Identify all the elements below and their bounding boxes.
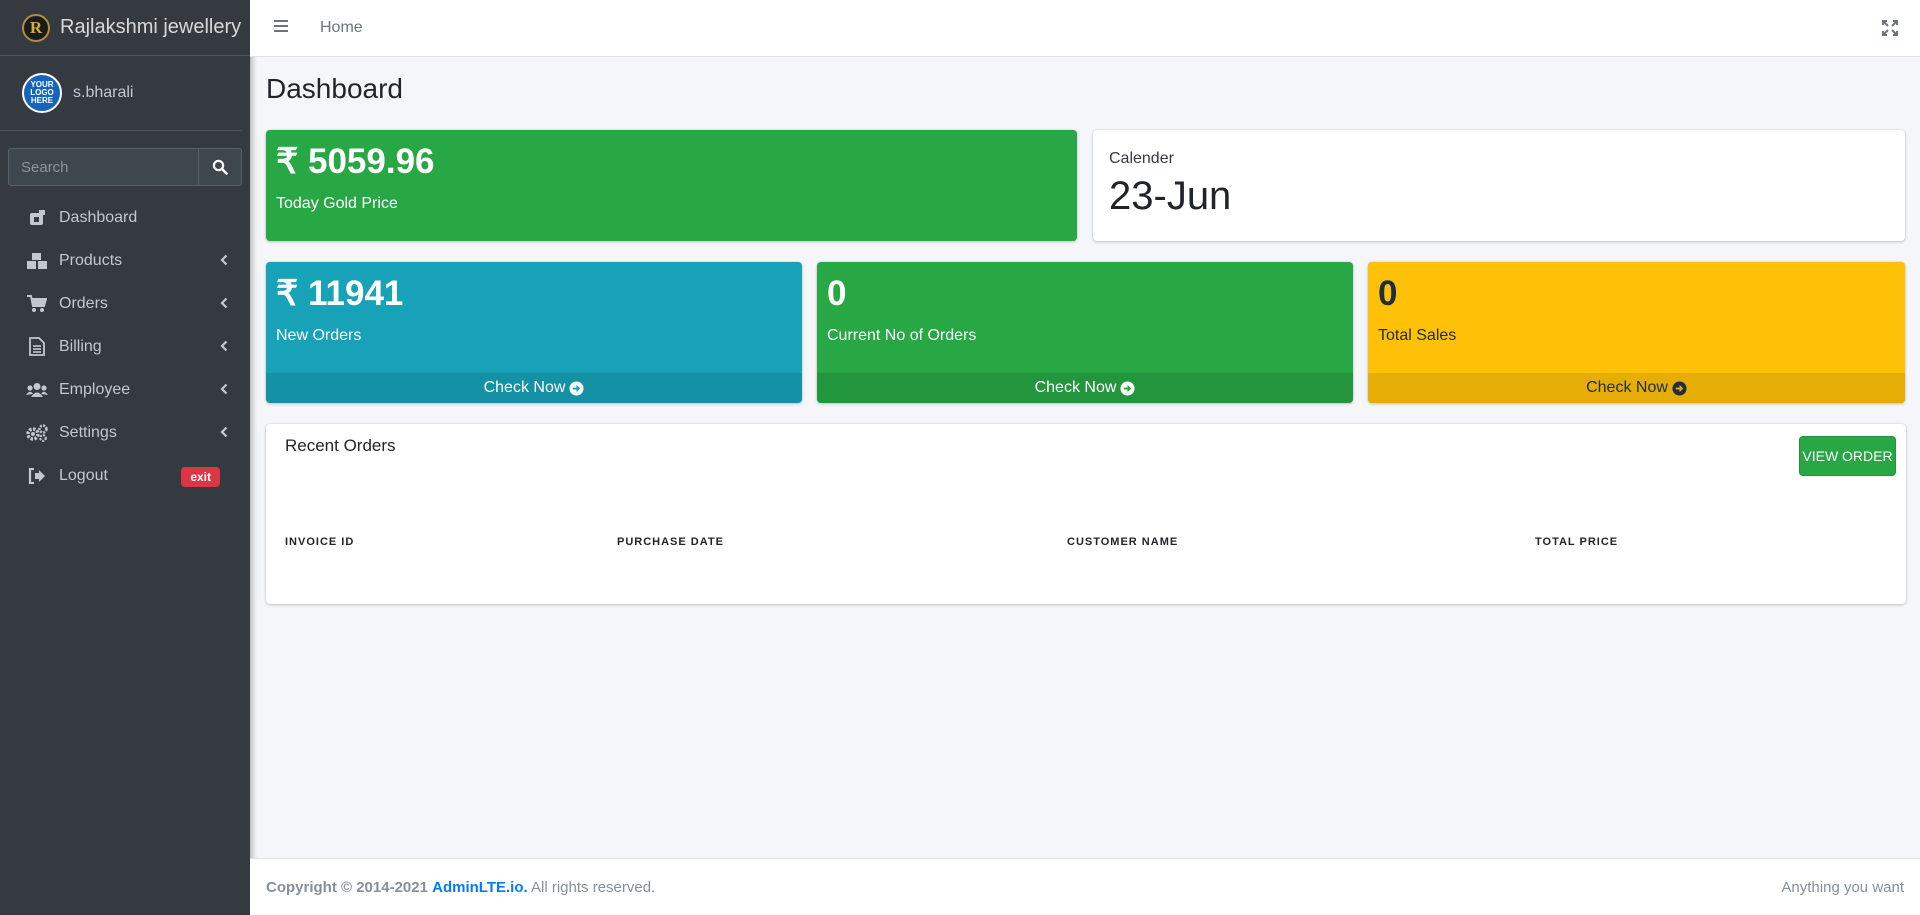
total-sales-value: 0 [1378, 274, 1398, 313]
sidebar-item-orders[interactable]: Orders [8, 282, 242, 325]
calendar-box: Calender 23-Jun [1093, 130, 1905, 241]
home-link[interactable]: Home [320, 19, 363, 37]
top-navbar: Home [250, 0, 1920, 57]
user-panel: YOUR LOGO HERE s.bharali [0, 56, 242, 131]
gears-icon [26, 422, 48, 444]
view-order-button[interactable]: VIEW ORDER [1799, 436, 1896, 476]
chevron-left-icon [220, 426, 228, 438]
current-orders-box: 0 Current No of Orders Check Now [817, 262, 1353, 403]
sidebar: R Rajlakshmi jewellery YOUR LOGO HERE s.… [0, 0, 250, 915]
copyright-suffix: All rights reserved. [531, 879, 656, 896]
total-sales-check-now[interactable]: Check Now [1368, 373, 1905, 403]
user-name[interactable]: s.bharali [73, 84, 133, 102]
copyright: Copyright © 2014-2021 AdminLTE.io. All r… [266, 879, 655, 896]
new-orders-check-now[interactable]: Check Now [266, 373, 802, 403]
search-icon [212, 159, 228, 175]
new-orders-value: ₹ 11941 [276, 274, 404, 313]
copyright-prefix: Copyright © 2014-2021 [266, 879, 428, 896]
adminlte-link[interactable]: AdminLTE.io. [432, 879, 528, 896]
page-title: Dashboard [266, 73, 403, 104]
hamburger-menu-icon[interactable] [274, 19, 288, 33]
current-orders-value: 0 [827, 274, 847, 313]
new-orders-box: ₹ 11941 New Orders Check Now [266, 262, 802, 403]
column-header-invoice-id[interactable]: INVOICE ID [285, 536, 354, 548]
current-orders-check-now[interactable]: Check Now [817, 373, 1353, 403]
search-button[interactable] [198, 148, 242, 186]
calendar-value: 23-Jun [1109, 174, 1232, 218]
arrow-circle-right-icon [1120, 380, 1135, 396]
sidebar-item-label: Logout [59, 466, 108, 484]
brand-logo: R [22, 13, 50, 42]
brand-name: Rajlakshmi jewellery [60, 16, 242, 38]
sidebar-item-label: Settings [59, 423, 117, 441]
chevron-left-icon [220, 254, 228, 266]
chevron-left-icon [220, 297, 228, 309]
search-input[interactable] [8, 148, 198, 186]
new-orders-label: New Orders [276, 327, 362, 344]
fullscreen-icon[interactable] [1882, 20, 1898, 36]
arrow-circle-right-icon [1672, 380, 1687, 396]
dashboard-icon [26, 207, 48, 229]
sidebar-item-label: Products [59, 251, 123, 269]
users-icon [26, 379, 48, 401]
sidebar-search [8, 148, 242, 186]
check-now-label: Check Now [1586, 379, 1668, 396]
sidebar-item-employee[interactable]: Employee [8, 368, 242, 411]
total-sales-box: 0 Total Sales Check Now [1368, 262, 1905, 403]
recent-orders-card: Recent Orders VIEW ORDER INVOICE ID PURC… [266, 424, 1906, 604]
column-header-total-price[interactable]: TOTAL PRICE [1535, 536, 1618, 548]
gold-price-value: ₹ 5059.96 [276, 142, 435, 181]
sidebar-item-products[interactable]: Products [8, 239, 242, 282]
exit-badge: exit [181, 467, 220, 487]
check-now-label: Check Now [483, 379, 566, 396]
chevron-left-icon [220, 340, 228, 352]
sidebar-item-billing[interactable]: Billing [8, 325, 242, 368]
brand-link[interactable]: R Rajlakshmi jewellery [0, 0, 250, 56]
recent-orders-title: Recent Orders [285, 436, 396, 455]
total-sales-label: Total Sales [1378, 327, 1457, 344]
sidebar-item-label: Employee [59, 380, 131, 398]
footer-tagline: Anything you want [1781, 879, 1904, 896]
current-orders-label: Current No of Orders [827, 327, 977, 344]
cart-icon [26, 293, 48, 315]
avatar[interactable]: YOUR LOGO HERE [22, 73, 62, 113]
page-footer: Copyright © 2014-2021 AdminLTE.io. All r… [250, 858, 1920, 915]
sidebar-item-label: Dashboard [59, 208, 138, 226]
file-icon [26, 336, 48, 358]
column-header-purchase-date[interactable]: PURCHASE DATE [617, 536, 724, 548]
check-now-label: Check Now [1034, 379, 1117, 396]
sidebar-item-logout[interactable]: Logout exit [8, 454, 242, 497]
sidebar-item-settings[interactable]: Settings [8, 411, 242, 454]
boxes-icon [26, 250, 48, 272]
calendar-label: Calender [1109, 150, 1174, 167]
gold-price-label: Today Gold Price [276, 195, 398, 212]
column-header-customer-name[interactable]: CUSTOMER NAME [1067, 536, 1178, 548]
gold-price-box: ₹ 5059.96 Today Gold Price [266, 130, 1077, 241]
sidebar-item-dashboard[interactable]: Dashboard [8, 196, 242, 239]
sign-out-icon [26, 465, 48, 487]
sidebar-item-label: Orders [59, 294, 108, 312]
sidebar-item-label: Billing [59, 337, 102, 355]
sidebar-nav: Dashboard Products Orders Billing Employ… [8, 196, 242, 497]
arrow-circle-right-icon [569, 380, 584, 396]
chevron-left-icon [220, 383, 228, 395]
